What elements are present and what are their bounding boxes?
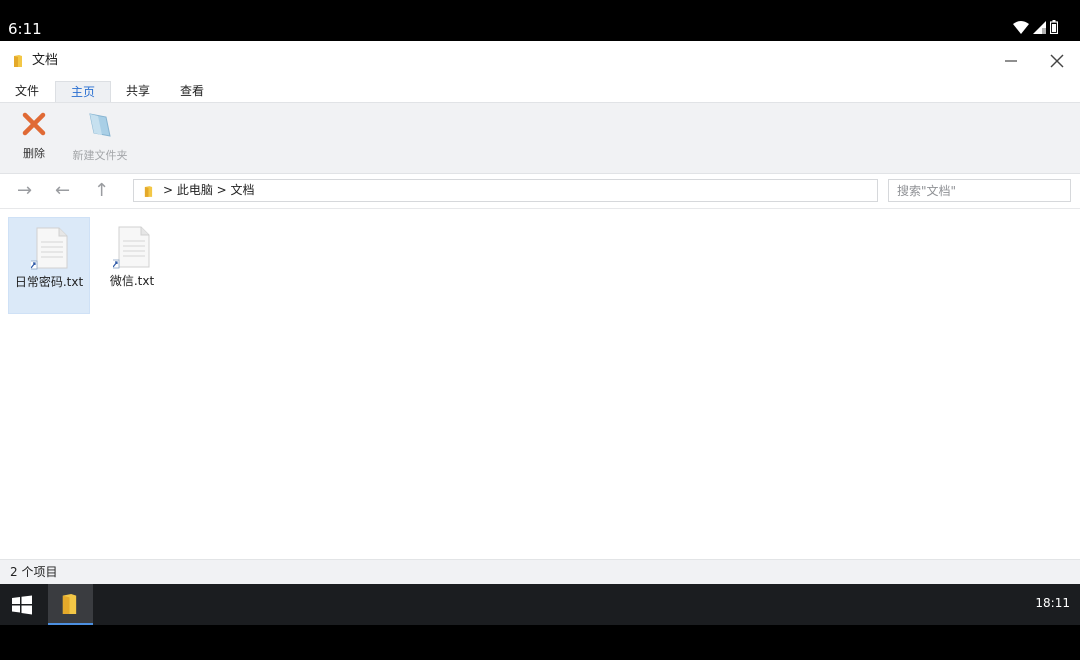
cellular-signal-icon bbox=[1033, 20, 1046, 34]
menu-tabs: 文件 主页 共享 查看 bbox=[0, 81, 1080, 102]
bottom-black-bar bbox=[0, 625, 1080, 660]
tab-view[interactable]: 查看 bbox=[173, 81, 211, 102]
file-item[interactable]: 微信.txt bbox=[91, 217, 173, 314]
file-name: 日常密码.txt bbox=[14, 275, 84, 289]
folder-icon bbox=[144, 186, 153, 197]
ribbon-toolbar: 删除 新建文件夹 bbox=[0, 102, 1080, 174]
text-file-shortcut-icon bbox=[31, 227, 68, 270]
folder-icon bbox=[14, 55, 22, 67]
top-black-strip bbox=[0, 0, 1080, 16]
taskbar-clock: 18:11 bbox=[1035, 596, 1070, 610]
address-bar[interactable]: > 此电脑 > 文档 bbox=[133, 179, 878, 202]
window-title: 文档 bbox=[32, 53, 59, 68]
file-item[interactable]: 日常密码.txt bbox=[8, 217, 90, 314]
minimize-icon[interactable] bbox=[1001, 51, 1021, 71]
file-explorer-window: 文档 文件 主页 共享 查看 删除 新建文件夹 → ← ↑ > 此电脑 > 文档 bbox=[0, 41, 1080, 584]
forward-arrow-icon[interactable]: → bbox=[17, 181, 32, 201]
wifi-icon bbox=[1013, 20, 1029, 34]
tab-home[interactable]: 主页 bbox=[55, 81, 111, 102]
tab-file[interactable]: 文件 bbox=[8, 81, 46, 102]
android-status-bar: 6:11 bbox=[0, 0, 1080, 41]
battery-icon bbox=[1050, 20, 1058, 34]
search-box[interactable] bbox=[888, 179, 1071, 202]
up-arrow-icon[interactable]: ↑ bbox=[94, 181, 109, 201]
address-row: → ← ↑ > 此电脑 > 文档 bbox=[0, 175, 1080, 209]
item-count: 2 个项目 bbox=[10, 565, 58, 579]
delete-button[interactable]: 删除 bbox=[14, 111, 54, 161]
file-list: 日常密码.txt 微信.txt bbox=[0, 209, 1080, 559]
windows-start-icon[interactable] bbox=[10, 594, 34, 616]
title-bar: 文档 bbox=[0, 41, 1080, 81]
back-arrow-icon[interactable]: ← bbox=[55, 181, 70, 201]
delete-icon bbox=[22, 112, 46, 136]
file-name: 微信.txt bbox=[109, 274, 155, 288]
breadcrumb[interactable]: > 此电脑 > 文档 bbox=[163, 183, 255, 198]
search-input[interactable] bbox=[889, 180, 1064, 202]
close-icon[interactable] bbox=[1047, 51, 1067, 71]
status-time: 6:11 bbox=[8, 20, 42, 38]
tab-share[interactable]: 共享 bbox=[119, 81, 157, 102]
delete-label: 删除 bbox=[23, 147, 45, 160]
text-file-shortcut-icon bbox=[113, 226, 150, 269]
new-folder-button[interactable]: 新建文件夹 bbox=[68, 111, 132, 163]
taskbar: 18:11 bbox=[0, 584, 1080, 625]
new-folder-label: 新建文件夹 bbox=[72, 149, 128, 162]
folder-icon bbox=[62, 594, 77, 614]
status-bar: 2 个项目 bbox=[0, 559, 1080, 584]
new-folder-icon bbox=[89, 113, 111, 137]
taskbar-file-explorer[interactable] bbox=[48, 584, 93, 625]
status-icons bbox=[1013, 20, 1058, 34]
